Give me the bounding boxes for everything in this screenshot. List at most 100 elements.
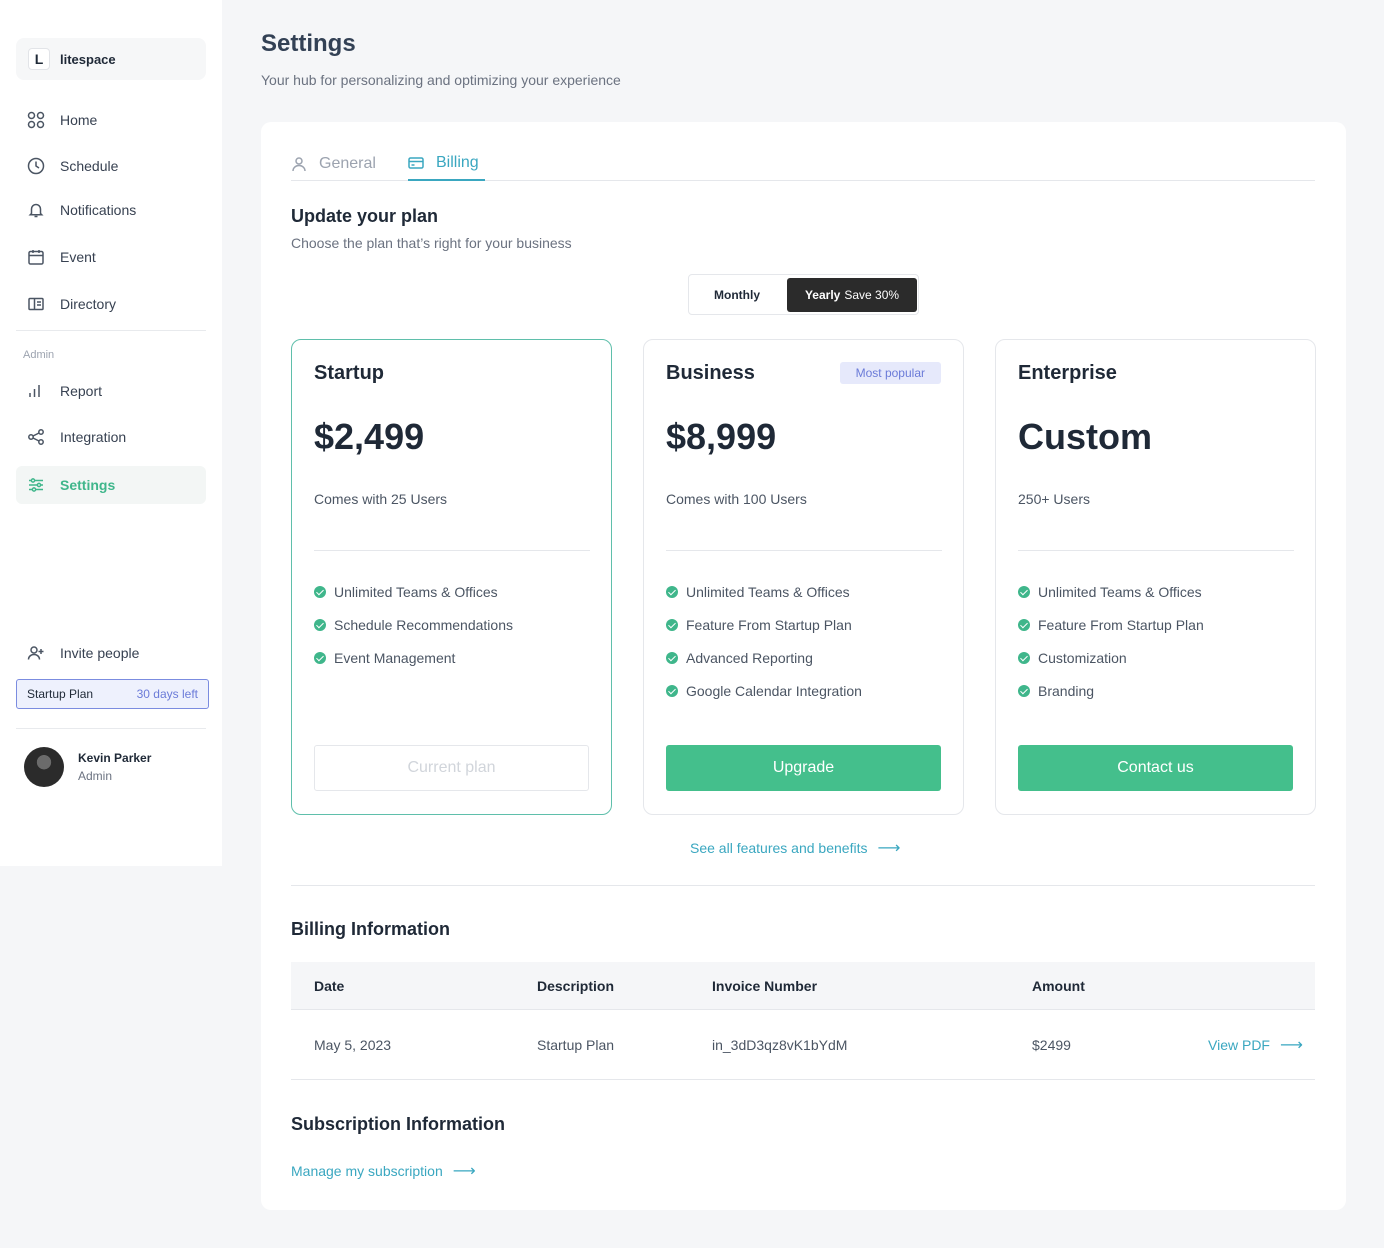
arrow-right-icon: ⟶ xyxy=(877,840,901,857)
plan-price: $2,499 xyxy=(314,416,425,457)
cell-description: Startup Plan xyxy=(537,1036,615,1053)
check-circle-icon xyxy=(314,585,326,598)
sidebar-item-schedule[interactable]: Schedule xyxy=(16,147,206,185)
plan-users: 250+ Users xyxy=(1018,491,1090,507)
plan-price: Custom xyxy=(1018,416,1152,457)
tab-label: Billing xyxy=(436,153,479,171)
check-circle-icon xyxy=(666,651,678,664)
check-circle-icon xyxy=(1018,651,1030,664)
sidebar-divider xyxy=(16,728,206,729)
list-item: Customization xyxy=(1018,641,1204,674)
plan-features: Unlimited Teams & Offices Feature From S… xyxy=(1018,575,1204,707)
page-subtitle: Your hub for personalizing and optimizin… xyxy=(261,72,621,88)
sidebar-item-notifications[interactable]: Notifications xyxy=(16,191,206,229)
invite-people-label: Invite people xyxy=(60,645,140,661)
cell-amount: $2499 xyxy=(1032,1036,1071,1053)
check-circle-icon xyxy=(1018,585,1030,598)
workspace-switcher[interactable]: L litespace xyxy=(16,38,206,80)
sidebar-item-settings[interactable]: Settings xyxy=(16,466,206,504)
user-icon xyxy=(292,156,306,171)
list-item: Schedule Recommendations xyxy=(314,608,513,641)
upgrade-button[interactable]: Upgrade xyxy=(666,745,941,791)
subscription-info-title: Subscription Information xyxy=(291,1114,505,1134)
admin-section-label: Admin xyxy=(23,349,55,361)
sidebar-item-integration[interactable]: Integration xyxy=(16,418,206,456)
user-profile[interactable]: Kevin Parker Admin xyxy=(24,747,151,787)
plan-name: Business xyxy=(666,362,755,384)
plans-subtitle: Choose the plan that’s right for your bu… xyxy=(291,235,572,251)
billing-info-title: Billing Information xyxy=(291,919,450,939)
directory-icon xyxy=(26,294,46,314)
see-all-features-link[interactable]: See all features and benefits ⟶ xyxy=(690,838,900,858)
tab-general[interactable]: General xyxy=(291,146,376,181)
plan-price: $8,999 xyxy=(666,416,777,457)
sidebar-item-label: Directory xyxy=(60,296,117,312)
arrow-right-icon: ⟶ xyxy=(1279,1036,1303,1054)
monthly-option[interactable]: Monthly xyxy=(689,275,785,314)
sidebar-item-label: Settings xyxy=(60,477,116,493)
sidebar-item-label: Report xyxy=(60,383,103,399)
sidebar-item-home[interactable]: Home xyxy=(16,101,206,139)
calendar-icon xyxy=(26,247,46,267)
check-circle-icon xyxy=(314,618,326,631)
list-item: Feature From Startup Plan xyxy=(1018,608,1204,641)
contact-us-button[interactable]: Contact us xyxy=(1018,745,1293,791)
plan-divider xyxy=(314,550,590,551)
arrow-right-icon: ⟶ xyxy=(452,1163,476,1180)
sidebar-item-directory[interactable]: Directory xyxy=(16,285,206,323)
table-header: Date Description Invoice Number Amount xyxy=(291,962,1315,1010)
features-link-label: See all features and benefits xyxy=(690,840,868,856)
avatar xyxy=(24,747,64,787)
column-header-amount: Amount xyxy=(1032,977,1085,994)
yearly-option[interactable]: Yearly Save 30% xyxy=(787,278,917,312)
plans-title: Update your plan xyxy=(291,206,439,226)
check-circle-icon xyxy=(1018,684,1030,697)
tab-billing[interactable]: Billing xyxy=(408,146,485,181)
sidebar-item-label: Notifications xyxy=(60,202,137,218)
most-popular-badge: Most popular xyxy=(839,362,941,384)
plan-card-startup: Startup $2,499 Comes with 25 Users Unlim… xyxy=(291,339,612,815)
list-item: Unlimited Teams & Offices xyxy=(1018,575,1204,608)
view-pdf-link[interactable]: View PDF ⟶ xyxy=(1208,1010,1303,1079)
sidebar-divider xyxy=(16,330,206,331)
sidebar-item-label: Integration xyxy=(60,429,127,445)
manage-subscription-link[interactable]: Manage my subscription ⟶ xyxy=(291,1161,476,1181)
current-plan-button[interactable]: Current plan xyxy=(314,745,589,791)
tab-label: General xyxy=(319,154,376,172)
check-circle-icon xyxy=(666,585,678,598)
manage-subscription-label: Manage my subscription xyxy=(291,1163,443,1179)
column-header-date: Date xyxy=(314,977,345,994)
plan-chip-name: Startup Plan xyxy=(27,687,94,701)
grid-icon xyxy=(26,110,46,130)
sidebar-item-report[interactable]: Report xyxy=(16,372,206,410)
plan-status-chip[interactable]: Startup Plan 30 days left xyxy=(16,679,209,709)
list-item: Advanced Reporting xyxy=(666,641,862,674)
plan-divider xyxy=(1018,550,1294,551)
plan-users: Comes with 25 Users xyxy=(314,491,448,507)
invite-people-button[interactable]: Invite people xyxy=(16,634,206,672)
column-header-description: Description xyxy=(537,977,615,994)
sidebar-item-label: Home xyxy=(60,112,98,128)
yearly-save-label: Save 30% xyxy=(844,288,900,302)
check-circle-icon xyxy=(1018,618,1030,631)
cell-date: May 5, 2023 xyxy=(314,1036,392,1053)
user-plus-icon xyxy=(26,643,46,663)
plan-features: Unlimited Teams & Offices Schedule Recom… xyxy=(314,575,513,674)
list-item: Feature From Startup Plan xyxy=(666,608,862,641)
user-role: Admin xyxy=(78,769,113,783)
settings-tabs: General Billing xyxy=(291,146,1315,181)
plan-card-enterprise: Enterprise Custom 250+ Users Unlimited T… xyxy=(995,339,1316,815)
billing-table: Date Description Invoice Number Amount M… xyxy=(291,962,1315,1080)
plan-card-business: Business Most popular $8,999 Comes with … xyxy=(643,339,964,815)
share-icon xyxy=(26,427,46,447)
cell-invoice-number: in_3dD3qz8vK1bYdM xyxy=(712,1036,848,1053)
bell-icon xyxy=(26,200,46,220)
sliders-icon xyxy=(26,475,46,495)
page-title: Settings xyxy=(261,30,356,57)
plan-name: Startup xyxy=(314,362,384,384)
list-item: Unlimited Teams & Offices xyxy=(666,575,862,608)
plan-divider xyxy=(666,550,942,551)
list-item: Branding xyxy=(1018,674,1204,707)
list-item: Event Management xyxy=(314,641,513,674)
sidebar-item-event[interactable]: Event xyxy=(16,238,206,276)
